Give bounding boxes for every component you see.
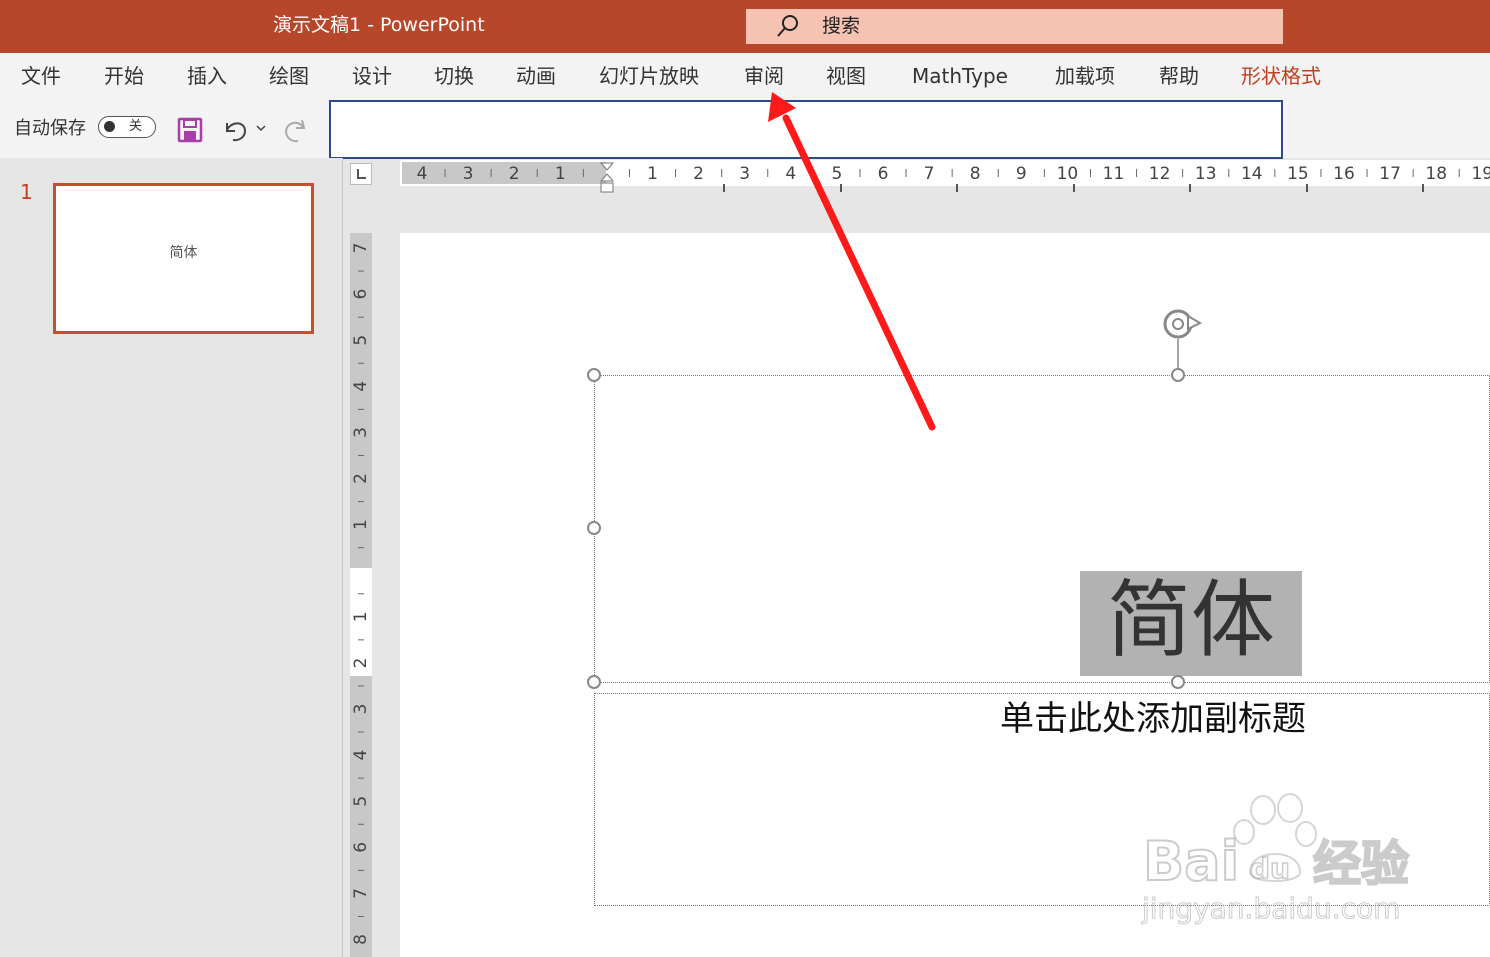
slides-panel: 1 简体	[0, 158, 343, 957]
vruler-label: 1	[351, 611, 371, 622]
horizontal-ruler-labels: 4 3 2 1 1 2 3 4 5 6 7 8 9 10 11 12 13 14 15 16 17 18 19	[417, 164, 1490, 184]
tab-home[interactable]: 开始	[104, 62, 144, 90]
slide-title[interactable]: 简体	[1080, 563, 1302, 677]
vertical-ruler-ticks	[358, 270, 364, 917]
vruler-label: 5	[351, 335, 371, 346]
hruler-label: 11	[1103, 164, 1125, 184]
vruler-label: 1	[351, 519, 371, 530]
hruler-label: 7	[924, 164, 935, 184]
resize-handle-bottom-left[interactable]	[587, 675, 601, 689]
vertical-ruler: 7 6 5 4 3 2 1 1 2 3 4 5 6 7 8	[350, 233, 372, 957]
tab-review[interactable]: 审阅	[744, 62, 784, 90]
toggle-state: 关	[129, 119, 143, 134]
hruler-label: 6	[878, 164, 889, 184]
vruler-label: 5	[351, 796, 371, 807]
hruler-label: 16	[1333, 164, 1355, 184]
tab-animations[interactable]: 动画	[516, 62, 556, 90]
vruler-label: 6	[351, 842, 371, 853]
vruler-label: 2	[351, 473, 371, 484]
tab-help[interactable]: 帮助	[1159, 62, 1199, 90]
tab-draw[interactable]: 绘图	[269, 62, 309, 90]
resize-handle-top-left[interactable]	[587, 368, 601, 382]
tab-design[interactable]: 设计	[352, 62, 392, 90]
hruler-label: 5	[831, 164, 842, 184]
slide-subtitle[interactable]: 单击此处添加副标题	[1000, 695, 1306, 743]
vruler-label: 8	[351, 934, 371, 945]
tab-addins[interactable]: 加载项	[1055, 62, 1115, 90]
hruler-label: 8	[970, 164, 981, 184]
resize-handle-left[interactable]	[587, 521, 601, 535]
hruler-label: 4	[785, 164, 796, 184]
hruler-label: 10	[1057, 164, 1079, 184]
undo-dropdown-icon[interactable]	[255, 123, 267, 133]
undo-icon[interactable]	[221, 115, 249, 143]
horizontal-ruler: 4 3 2 1 1 2 3 4 5 6 7 8 9 10 11 12 13 14 15 16 17 18 19	[400, 160, 1490, 193]
resize-handle-bottom[interactable]	[1171, 675, 1185, 689]
autosave-toggle[interactable]: 关	[98, 116, 156, 138]
hruler-label: 15	[1287, 164, 1309, 184]
vruler-label: 6	[351, 289, 371, 300]
tab-insert[interactable]: 插入	[187, 62, 227, 90]
hruler-label: 4	[417, 164, 428, 184]
vruler-label: 4	[351, 750, 371, 761]
title-placeholder[interactable]	[594, 375, 1490, 683]
ribbon-highlight-box	[329, 100, 1283, 159]
hruler-label: 13	[1195, 164, 1217, 184]
vruler-label: 7	[351, 243, 371, 254]
tab-mathtype[interactable]: MathType	[912, 62, 1008, 90]
hruler-label: 9	[1016, 164, 1027, 184]
tab-file[interactable]: 文件	[21, 62, 61, 90]
title-bar: 演示文稿1 - PowerPoint 搜索	[0, 0, 1490, 53]
hruler-label: 2	[693, 164, 704, 184]
ribbon-tabs: 文件 开始 插入 绘图 设计 切换 动画 幻灯片放映 审阅 视图 MathTyp…	[0, 53, 1490, 100]
thumbnail-title: 简体	[169, 245, 198, 261]
hruler-label: 3	[463, 164, 474, 184]
hruler-label: 3	[739, 164, 750, 184]
hanging-indent-marker[interactable]	[599, 173, 615, 182]
left-indent-marker[interactable]	[600, 182, 614, 193]
search-icon	[777, 15, 798, 37]
tab-slideshow[interactable]: 幻灯片放映	[599, 62, 699, 90]
hruler-label: 19	[1471, 164, 1490, 184]
search-box[interactable]: 搜索	[746, 9, 1283, 44]
vruler-label: 4	[351, 381, 371, 392]
tab-selector[interactable]	[350, 163, 372, 185]
slide-thumbnail[interactable]: 简体	[53, 183, 314, 334]
vruler-label: 2	[351, 657, 371, 668]
tab-view[interactable]: 视图	[826, 62, 866, 90]
vertical-ruler-labels: 7 6 5 4 3 2 1 1 2 3 4 5 6 7 8	[351, 243, 371, 945]
toggle-knob	[104, 121, 115, 132]
hruler-label: 17	[1379, 164, 1401, 184]
hruler-label: 12	[1149, 164, 1171, 184]
left-tab-icon	[357, 169, 366, 179]
hruler-label: 2	[509, 164, 520, 184]
tab-transitions[interactable]: 切换	[434, 62, 474, 90]
horizontal-ruler-ticks	[444, 169, 1460, 192]
resize-handle-top[interactable]	[1171, 368, 1185, 382]
hruler-label: 18	[1425, 164, 1447, 184]
hruler-label: 1	[555, 164, 566, 184]
hruler-label: 14	[1241, 164, 1263, 184]
save-icon[interactable]	[177, 117, 203, 143]
autosave-label: 自动保存	[14, 118, 86, 139]
first-line-indent-marker[interactable]	[599, 162, 615, 171]
vruler-label: 3	[351, 427, 371, 438]
vruler-label: 7	[351, 888, 371, 899]
redo-icon[interactable]	[282, 116, 310, 144]
search-label: 搜索	[822, 15, 861, 37]
hruler-label: 1	[647, 164, 658, 184]
vruler-label: 3	[351, 704, 371, 715]
tab-shape-format[interactable]: 形状格式	[1241, 62, 1321, 90]
window-title: 演示文稿1 - PowerPoint	[273, 14, 485, 36]
slide-number: 1	[20, 180, 33, 204]
